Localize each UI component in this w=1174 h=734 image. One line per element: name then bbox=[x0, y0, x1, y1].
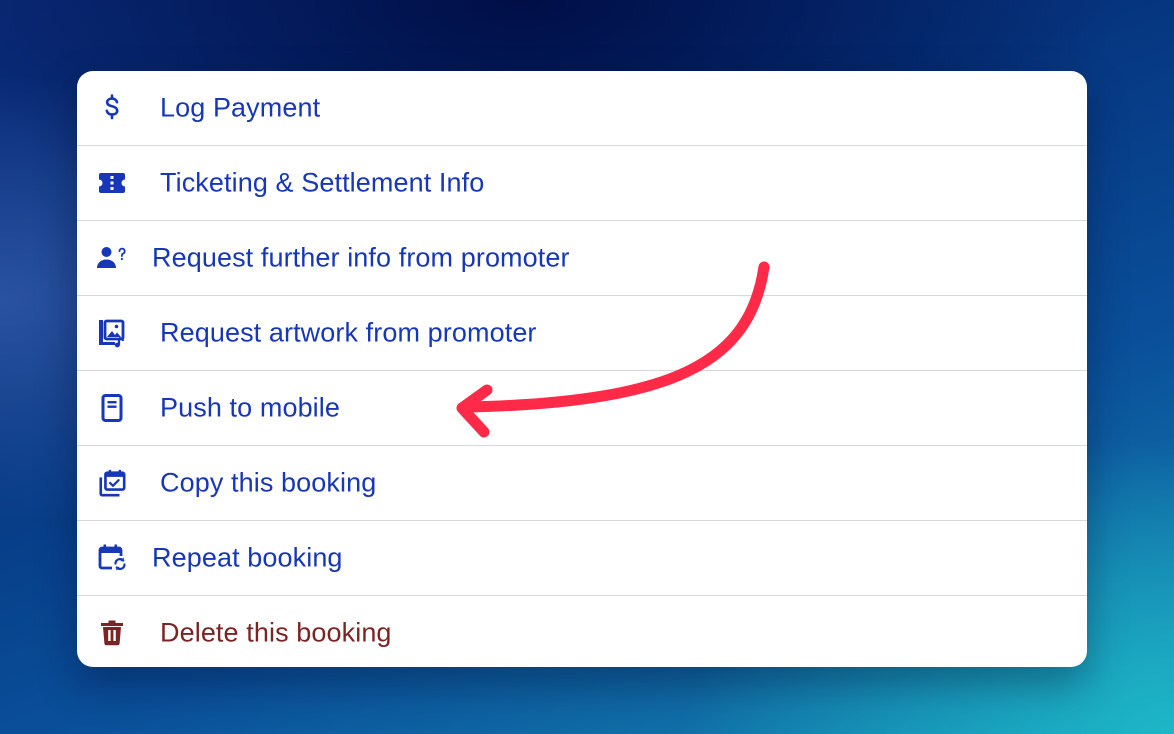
copy-calendar-icon bbox=[97, 468, 127, 498]
menu-item-push-to-mobile[interactable]: Push to mobile bbox=[77, 371, 1087, 446]
menu-item-label: Request artwork from promoter bbox=[160, 317, 537, 348]
menu-item-request-further-info[interactable]: Request further info from promoter bbox=[77, 221, 1087, 296]
menu-item-label: Copy this booking bbox=[160, 467, 377, 498]
trash-icon bbox=[97, 618, 127, 648]
menu-item-label: Repeat booking bbox=[152, 542, 343, 573]
menu-item-label: Push to mobile bbox=[160, 392, 340, 423]
menu-item-label: Delete this booking bbox=[160, 617, 392, 648]
menu-item-log-payment[interactable]: Log Payment bbox=[77, 71, 1087, 146]
mobile-icon bbox=[97, 393, 127, 423]
menu-item-copy-booking[interactable]: Copy this booking bbox=[77, 446, 1087, 521]
menu-item-repeat-booking[interactable]: Repeat booking bbox=[77, 521, 1087, 596]
repeat-calendar-icon bbox=[97, 543, 127, 573]
person-question-icon bbox=[97, 243, 127, 273]
menu-item-delete-booking[interactable]: Delete this booking bbox=[77, 596, 1087, 667]
menu-item-ticketing-settlement[interactable]: Ticketing & Settlement Info bbox=[77, 146, 1087, 221]
menu-item-request-artwork[interactable]: Request artwork from promoter bbox=[77, 296, 1087, 371]
artwork-icon bbox=[97, 318, 127, 348]
menu-item-label: Log Payment bbox=[160, 92, 321, 123]
ticket-icon bbox=[97, 168, 127, 198]
menu-item-label: Request further info from promoter bbox=[152, 242, 570, 273]
menu-item-label: Ticketing & Settlement Info bbox=[160, 167, 485, 198]
actions-menu: Log Payment Ticketing & Settlement Info … bbox=[77, 71, 1087, 667]
dollar-icon bbox=[97, 93, 127, 123]
